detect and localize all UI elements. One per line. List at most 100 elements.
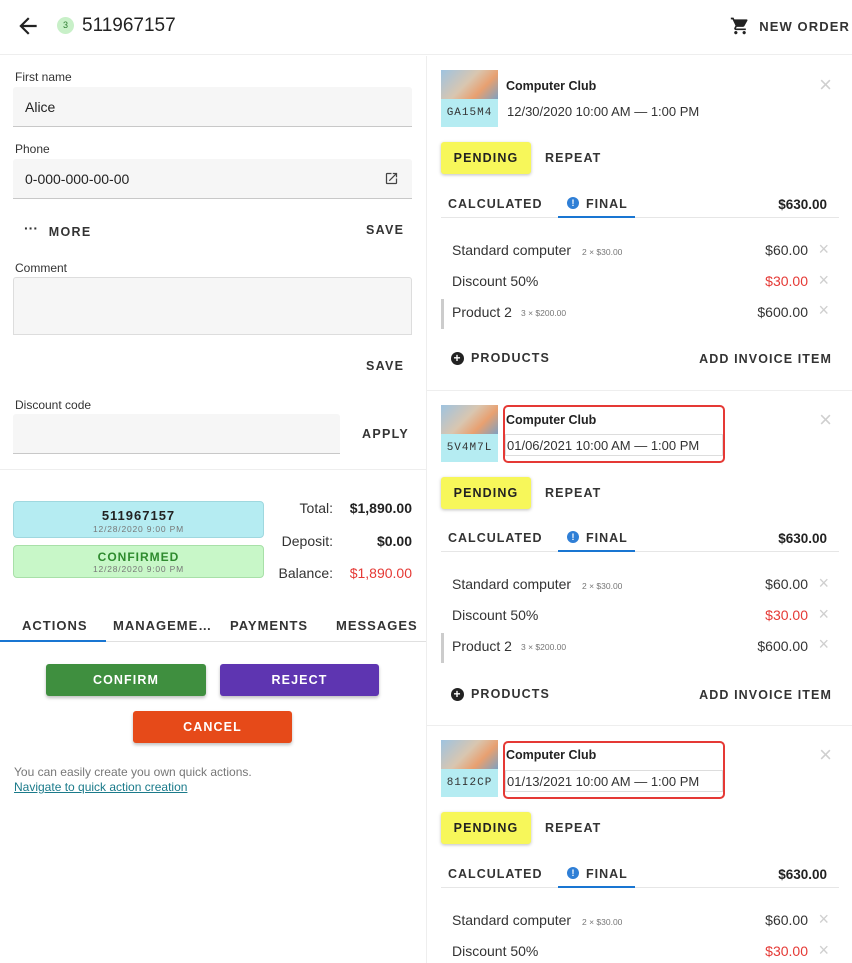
line-item-name: Discount 50% bbox=[452, 273, 539, 289]
section-divider bbox=[0, 469, 426, 470]
close-icon[interactable]: × bbox=[819, 744, 832, 766]
line-item-name: Product 2 bbox=[452, 638, 512, 654]
tab-payments[interactable]: PAYMENTS bbox=[230, 618, 308, 633]
total-value: $1,890.00 bbox=[349, 500, 412, 516]
line-item: Product 2 3 × $200.00 $600.00 × bbox=[441, 633, 839, 663]
card-total: $630.00 bbox=[778, 867, 827, 882]
tab-final[interactable]: FINAL bbox=[586, 867, 628, 881]
venue-name: Computer Club bbox=[506, 748, 597, 762]
line-item-amount: $60.00 bbox=[765, 242, 808, 258]
line-item-amount: $60.00 bbox=[765, 912, 808, 928]
resource-image bbox=[441, 405, 498, 434]
line-item: Standard computer 2 × $30.00 $60.00 × bbox=[441, 572, 839, 598]
balance-label: Balance: bbox=[278, 565, 333, 581]
comment-textarea[interactable] bbox=[13, 277, 412, 335]
close-icon[interactable]: × bbox=[819, 74, 832, 96]
apply-discount-button[interactable]: APPLY bbox=[362, 427, 409, 441]
line-item-amount: $600.00 bbox=[757, 638, 808, 654]
booking-card: 5V4M7L Computer Club 01/06/2021 10:00 AM… bbox=[427, 391, 852, 726]
line-item: Discount 50% $30.00 × bbox=[441, 939, 839, 963]
tab-messages[interactable]: MESSAGES bbox=[336, 618, 418, 633]
line-item-name: Product 2 bbox=[452, 304, 512, 320]
cart-icon bbox=[731, 17, 748, 35]
invoice-tabs: CALCULATED ! FINAL $630.00 bbox=[441, 194, 839, 218]
close-icon[interactable]: × bbox=[819, 409, 832, 431]
remove-item-icon[interactable]: × bbox=[818, 300, 829, 321]
order-chip-id: 511967157 bbox=[101, 508, 176, 523]
repeat-button[interactable]: REPEAT bbox=[545, 821, 601, 835]
line-item-qty: 2 × $30.00 bbox=[582, 247, 623, 257]
add-invoice-item-button[interactable]: ADD INVOICE ITEM bbox=[699, 352, 832, 366]
line-item: Standard computer 2 × $30.00 $60.00 × bbox=[441, 238, 839, 264]
resource-image bbox=[441, 740, 498, 769]
discount-code-input[interactable] bbox=[13, 414, 340, 454]
active-tab-indicator bbox=[558, 216, 635, 218]
order-details-panel: First name Alice Phone 0-000-000-00-00 ·… bbox=[0, 56, 426, 963]
cancel-button[interactable]: CANCEL bbox=[133, 711, 292, 743]
tab-final[interactable]: FINAL bbox=[586, 531, 628, 545]
venue-name: Computer Club bbox=[506, 79, 597, 93]
info-icon: ! bbox=[567, 531, 579, 543]
confirmed-chip-date: 12/28/2020 9:00 PM bbox=[93, 564, 184, 574]
remove-item-icon[interactable]: × bbox=[818, 270, 829, 291]
resource-thumbnail[interactable]: 5V4M7L bbox=[441, 405, 498, 462]
pending-status-button[interactable]: PENDING bbox=[441, 477, 531, 509]
first-name-field[interactable]: Alice bbox=[13, 87, 412, 127]
remove-item-icon[interactable]: × bbox=[818, 909, 829, 930]
deposit-value: $0.00 bbox=[376, 533, 412, 549]
external-link-icon[interactable] bbox=[384, 171, 399, 186]
more-button[interactable]: ··· MORE bbox=[24, 220, 92, 239]
app-header: 3 511967157 NEW ORDER bbox=[0, 0, 852, 55]
resource-thumbnail[interactable]: 81I2CP bbox=[441, 740, 498, 797]
booking-datetime[interactable]: 01/13/2021 10:00 AM — 1:00 PM bbox=[507, 774, 699, 789]
pending-status-button[interactable]: PENDING bbox=[441, 812, 531, 844]
line-item: Discount 50% $30.00 × bbox=[441, 269, 839, 295]
tab-calculated[interactable]: CALCULATED bbox=[448, 197, 542, 211]
phone-label: Phone bbox=[15, 142, 50, 156]
add-invoice-item-button[interactable]: ADD INVOICE ITEM bbox=[699, 688, 832, 702]
line-item-amount: $30.00 bbox=[765, 273, 808, 289]
booking-code: 81I2CP bbox=[441, 769, 498, 797]
save-comment-button[interactable]: SAVE bbox=[366, 359, 404, 373]
remove-item-icon[interactable]: × bbox=[818, 604, 829, 625]
remove-item-icon[interactable]: × bbox=[818, 573, 829, 594]
more-label: MORE bbox=[48, 225, 92, 239]
balance-value: $1,890.00 bbox=[349, 565, 412, 581]
add-products-button[interactable]: + PRODUCTS bbox=[451, 687, 550, 701]
back-arrow-icon[interactable] bbox=[15, 13, 41, 39]
pending-status-button[interactable]: PENDING bbox=[441, 142, 531, 174]
booking-datetime[interactable]: 01/06/2021 10:00 AM — 1:00 PM bbox=[507, 438, 699, 453]
remove-item-icon[interactable]: × bbox=[818, 634, 829, 655]
tab-final[interactable]: FINAL bbox=[586, 197, 628, 211]
quick-action-link[interactable]: Navigate to quick action creation bbox=[14, 780, 187, 794]
add-products-button[interactable]: + PRODUCTS bbox=[451, 351, 550, 365]
invoice-tabs: CALCULATED ! FINAL $630.00 bbox=[441, 528, 839, 552]
repeat-button[interactable]: REPEAT bbox=[545, 151, 601, 165]
first-name-label: First name bbox=[15, 70, 72, 84]
new-order-button[interactable]: NEW ORDER bbox=[730, 14, 850, 38]
line-item-name: Standard computer bbox=[452, 912, 572, 928]
save-contact-button[interactable]: SAVE bbox=[366, 223, 404, 237]
tab-calculated[interactable]: CALCULATED bbox=[448, 531, 542, 545]
tab-calculated[interactable]: CALCULATED bbox=[448, 867, 542, 881]
confirm-button[interactable]: CONFIRM bbox=[46, 664, 206, 696]
discount-code-label: Discount code bbox=[15, 398, 92, 412]
line-item-qty: 3 × $200.00 bbox=[521, 642, 567, 652]
info-icon: ! bbox=[567, 867, 579, 879]
order-count-badge: 3 bbox=[57, 17, 74, 34]
venue-name: Computer Club bbox=[506, 413, 597, 427]
line-item-qty: 2 × $30.00 bbox=[582, 581, 623, 591]
phone-value: 0-000-000-00-00 bbox=[25, 170, 130, 187]
booking-datetime[interactable]: 12/30/2020 10:00 AM — 1:00 PM bbox=[507, 104, 699, 119]
active-tab-indicator bbox=[0, 640, 106, 642]
tab-management[interactable]: MANAGEME… bbox=[113, 618, 212, 633]
repeat-button[interactable]: REPEAT bbox=[545, 486, 601, 500]
order-chip-date: 12/28/2020 9:00 PM bbox=[93, 524, 184, 534]
line-item-amount: $30.00 bbox=[765, 607, 808, 623]
remove-item-icon[interactable]: × bbox=[818, 239, 829, 260]
reject-button[interactable]: REJECT bbox=[220, 664, 379, 696]
remove-item-icon[interactable]: × bbox=[818, 940, 829, 961]
phone-field[interactable]: 0-000-000-00-00 bbox=[13, 159, 412, 199]
tab-actions[interactable]: ACTIONS bbox=[22, 618, 88, 633]
resource-thumbnail[interactable]: GA15M4 bbox=[441, 70, 498, 127]
